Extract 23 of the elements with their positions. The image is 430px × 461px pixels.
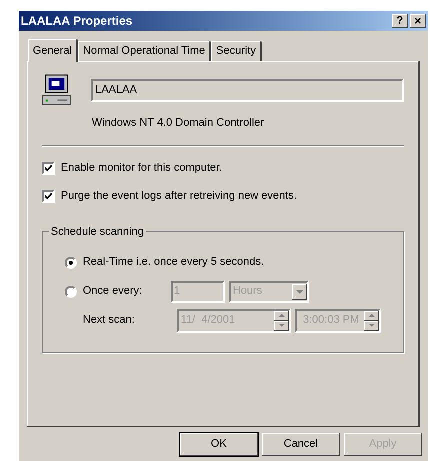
computer-name-field[interactable]: LAALAA	[91, 78, 404, 102]
dialog-button[interactable]: OK	[180, 433, 258, 456]
radio-label: Once every:	[83, 284, 144, 300]
next-scan-label: Next scan:	[83, 313, 136, 328]
dialog-button[interactable]: Cancel	[262, 433, 340, 456]
checkbox-label: Enable monitor for this computer.	[61, 160, 222, 176]
checkbox[interactable]	[42, 162, 55, 174]
tab[interactable]: Security	[211, 41, 262, 61]
tab[interactable]: Normal Operational Time	[78, 41, 212, 61]
window-title: LAALAA Properties	[21, 13, 134, 30]
check-icon	[45, 192, 52, 200]
help-button[interactable]: ?	[392, 14, 408, 28]
close-button[interactable]: ×	[410, 14, 426, 28]
checkbox-label: Purge the event logs after retreiving new events.	[61, 188, 298, 204]
radio-button[interactable]	[65, 256, 77, 268]
radio-label: Real-Time i.e. once every 5 seconds.	[83, 255, 264, 270]
tab[interactable]: General	[28, 39, 78, 62]
caret-icon	[292, 284, 307, 300]
computer-icon	[42, 74, 72, 106]
computer-type: Windows NT 4.0 Domain Controller	[92, 116, 266, 131]
check-icon	[45, 164, 52, 172]
checkbox[interactable]	[42, 190, 55, 202]
radio-button[interactable]	[65, 286, 77, 298]
